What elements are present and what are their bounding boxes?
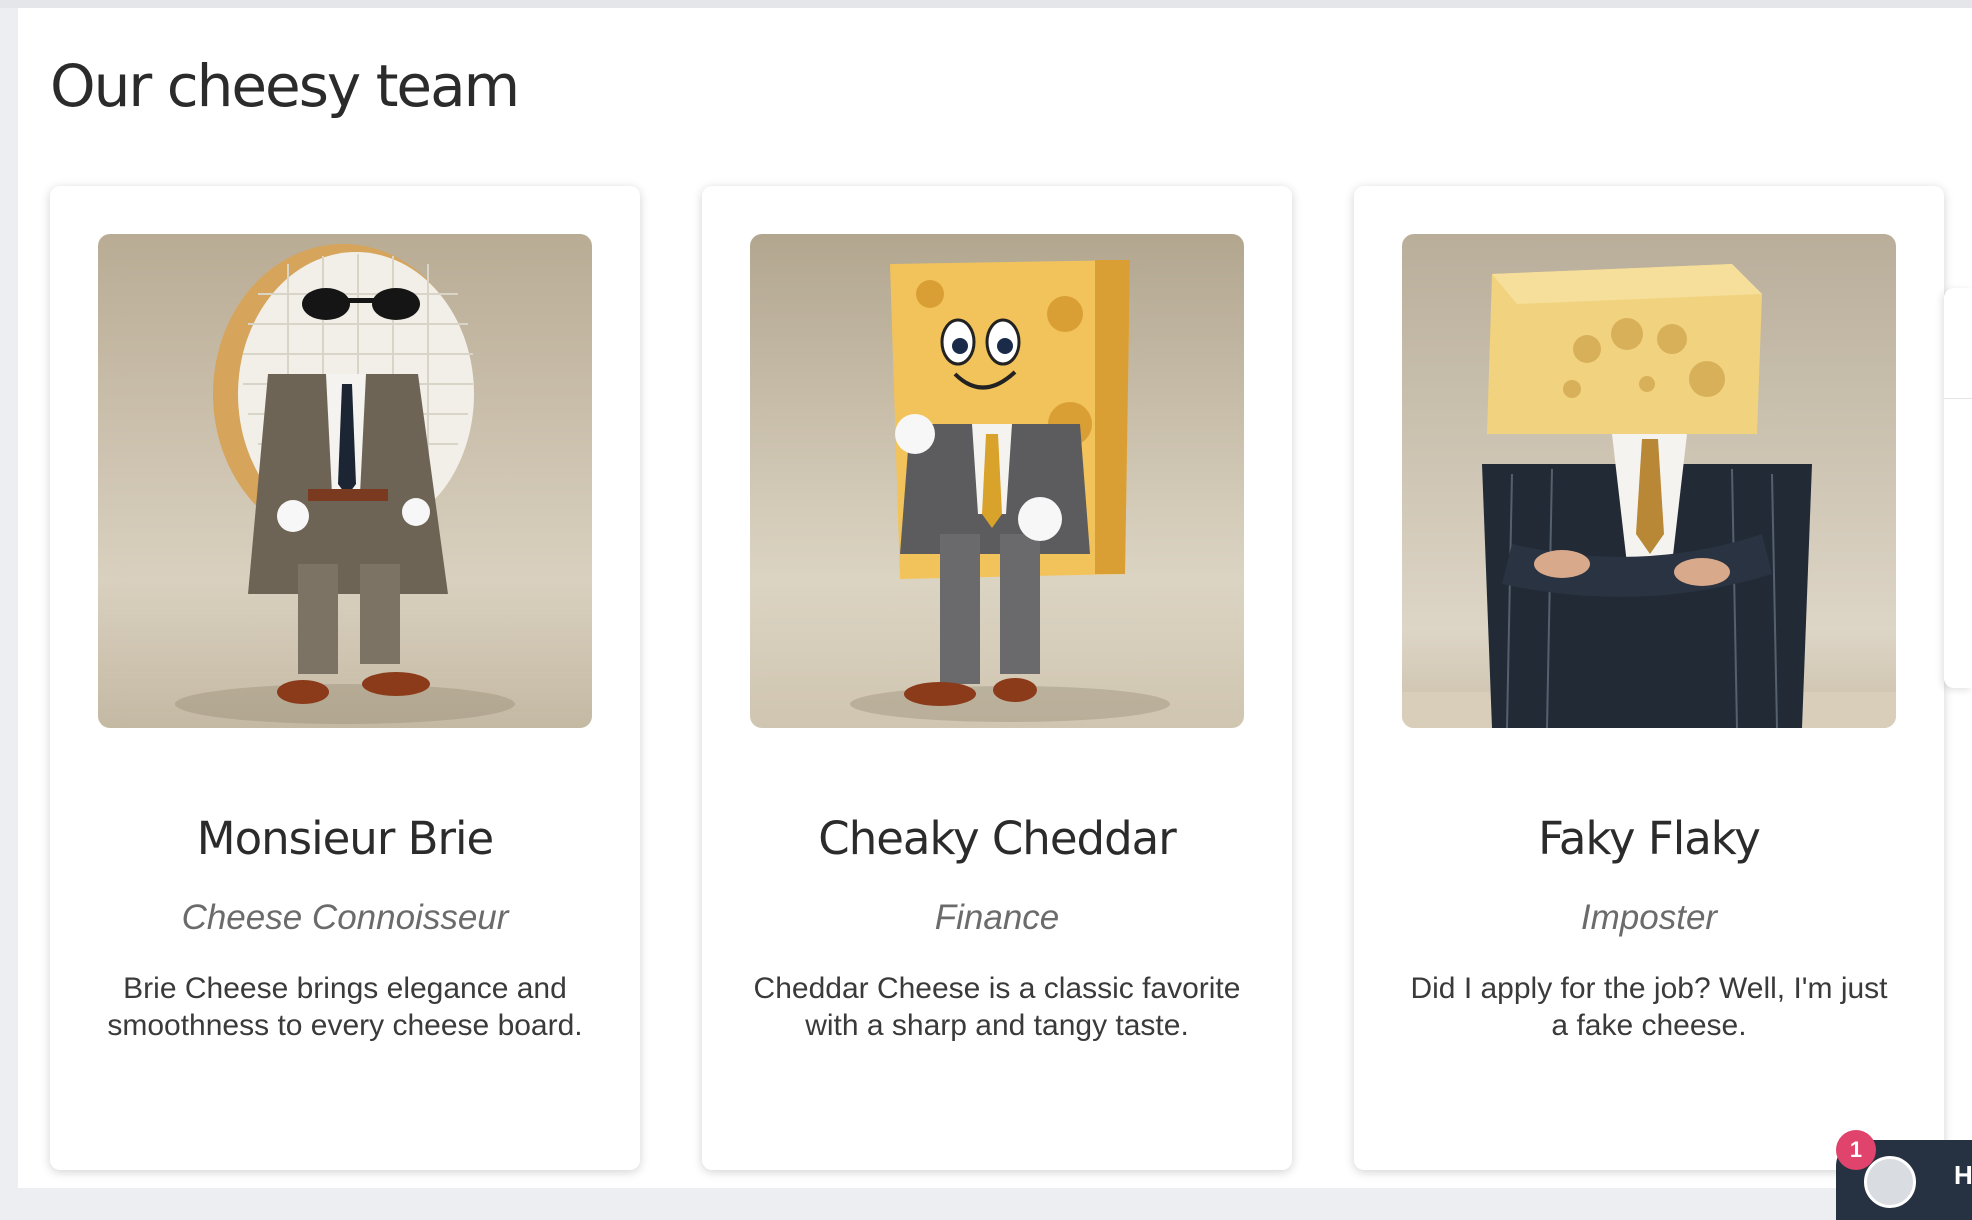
team-card-faky-flaky: Faky Flaky Imposter Did I apply for the … bbox=[1354, 186, 1944, 1170]
member-role: Finance bbox=[934, 898, 1060, 937]
cheddar-character-photo bbox=[750, 234, 1244, 728]
team-card-brie: Monsieur Brie Cheese Connoisseur Brie Ch… bbox=[50, 186, 640, 1170]
chat-avatar-icon bbox=[1864, 1156, 1916, 1208]
member-bio: Did I apply for the job? Well, I'm just … bbox=[1410, 972, 1888, 1042]
member-role: Cheese Connoisseur bbox=[181, 898, 509, 937]
member-name: Monsieur Brie bbox=[196, 812, 494, 865]
brie-illustration bbox=[98, 234, 592, 728]
team-card-cheddar: Cheaky Cheddar Finance Cheddar Cheese is… bbox=[702, 186, 1292, 1170]
chat-launcher-label: H bbox=[1954, 1160, 1972, 1190]
member-role: Imposter bbox=[1580, 898, 1718, 937]
brie-character-photo bbox=[98, 234, 592, 728]
fake-cheese-illustration bbox=[1402, 234, 1896, 728]
member-bio: Cheddar Cheese is a classic favorite wit… bbox=[753, 972, 1241, 1042]
side-feedback-tab[interactable] bbox=[1944, 288, 1972, 688]
member-name: Cheaky Cheddar bbox=[818, 812, 1176, 865]
cheddar-illustration bbox=[750, 234, 1244, 728]
top-bar bbox=[0, 0, 1972, 8]
fake-cheese-character-photo bbox=[1402, 234, 1896, 728]
side-tab-divider bbox=[1944, 398, 1972, 399]
page-title: Our cheesy team bbox=[50, 52, 520, 120]
page-content: Our cheesy team Monsieur Brie Cheese Con… bbox=[18, 8, 1972, 1188]
member-bio: Brie Cheese brings elegance and smoothne… bbox=[107, 972, 583, 1042]
member-name: Faky Flaky bbox=[1538, 812, 1761, 865]
unread-badge: 1 bbox=[1836, 1130, 1876, 1170]
